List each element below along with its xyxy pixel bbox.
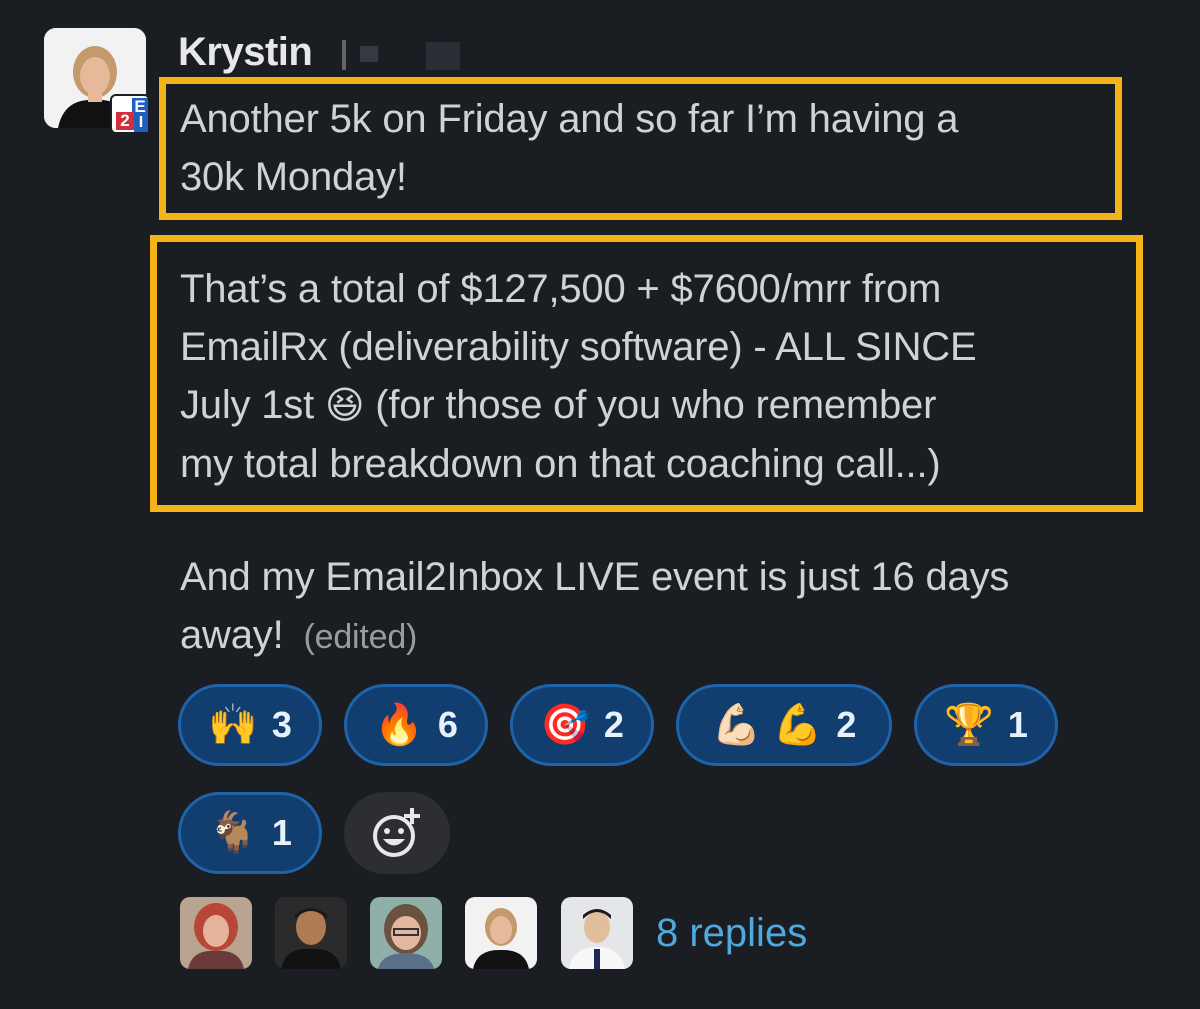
slack-message: E 2 I Krystin Another 5k on Friday and s… [0, 0, 1200, 1009]
paragraph-2-line: my total breakdown on that coaching call… [180, 442, 941, 486]
redacted-name-block [426, 42, 460, 70]
reaction-count: 1 [1007, 704, 1028, 745]
reaction-trophy[interactable]: 🏆 1 [914, 684, 1058, 766]
redacted-name-divider [342, 40, 346, 70]
reaction-raising-hands[interactable]: 🙌 3 [178, 684, 322, 766]
paragraph-2-line: EmailRx (deliverability software) - ALL … [180, 325, 977, 369]
reply-avatar[interactable] [370, 897, 442, 969]
reaction-count: 6 [437, 704, 458, 745]
paragraph-2-line: July 1st 😆 (for those of you who remembe… [180, 376, 976, 435]
paragraph-2-text: July 1st [180, 383, 315, 427]
reaction-count: 1 [271, 812, 292, 853]
paragraph-2-text: (for those of you who remember [375, 383, 937, 427]
edited-label: (edited) [303, 618, 418, 656]
reaction-fire[interactable]: 🔥 6 [344, 684, 488, 766]
redacted-name-block [360, 46, 378, 62]
reply-avatar[interactable] [465, 897, 537, 969]
message-paragraph-3: And my Email2Inbox LIVE event is just 16… [180, 548, 1009, 666]
trophy-icon: 🏆 [944, 703, 994, 747]
reply-avatar[interactable] [561, 897, 633, 969]
author-name[interactable]: Krystin [178, 28, 313, 76]
reaction-muscle[interactable]: 💪🏻 💪 2 [676, 684, 892, 766]
fire-icon: 🔥 [374, 703, 424, 747]
laughing-emoji-icon: 😆 [324, 385, 365, 427]
reaction-count: 3 [271, 704, 292, 745]
thread-replies-link[interactable]: 8 replies [656, 908, 807, 958]
workspace-badge-icon: E 2 I [110, 94, 150, 134]
goat-icon: 🐐 [208, 811, 258, 855]
raising-hands-icon: 🙌 [208, 703, 258, 747]
reply-avatar[interactable] [180, 897, 252, 969]
reaction-dart[interactable]: 🎯 2 [510, 684, 654, 766]
add-reaction-button[interactable] [344, 792, 450, 874]
reply-avatar[interactable] [275, 897, 347, 969]
paragraph-2-line: That’s a total of $127,500 + $7600/mrr f… [180, 267, 942, 311]
reaction-goat[interactable]: 🐐 1 [178, 792, 322, 874]
message-paragraph-1: Another 5k on Friday and so far I’m havi… [180, 97, 959, 199]
dart-icon: 🎯 [540, 703, 590, 747]
reaction-count: 2 [836, 704, 857, 745]
reaction-count: 2 [603, 704, 624, 745]
add-emoji-icon [373, 808, 420, 857]
message-paragraph-2: That’s a total of $127,500 + $7600/mrr f… [180, 260, 977, 493]
muscle-icon: 💪🏻 💪 [711, 703, 823, 747]
